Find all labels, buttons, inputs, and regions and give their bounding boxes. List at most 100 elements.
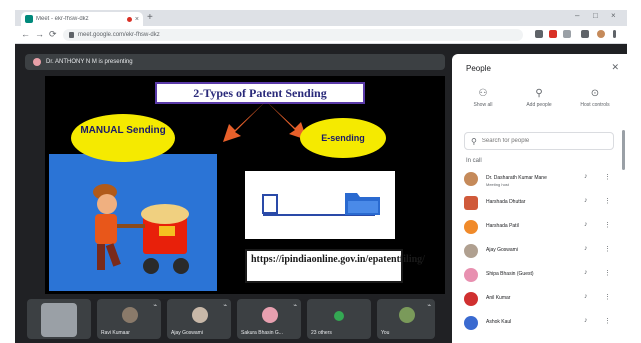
participant-row[interactable]: Ajay Goswami ♪ ⋮ (452, 240, 622, 262)
mic-off-icon: ⌁ (153, 303, 157, 309)
search-icon: ⚲ (471, 136, 477, 146)
participant-row[interactable]: Anil Kumar ♪ ⋮ (452, 288, 622, 310)
participant-name: Shipa Bhasin (Guest) (486, 271, 534, 277)
participant-role: Meeting host (486, 182, 509, 187)
mic-off-icon: ♪ (584, 245, 588, 252)
people-search[interactable]: ⚲ (464, 132, 614, 150)
close-icon[interactable]: ✕ (611, 62, 619, 73)
more-icon[interactable]: ⋮ (604, 317, 611, 325)
camera-icon[interactable] (535, 30, 543, 38)
profile-avatar[interactable] (597, 30, 605, 38)
participant-name: Ravi Kumaar (101, 330, 130, 336)
participant-name: Harshada Dhuttar (486, 199, 526, 205)
mic-off-icon: ♪ (584, 293, 588, 300)
participant-name: Dr. Dasharath Kumar Mane (486, 175, 547, 181)
others-icon (334, 311, 344, 321)
minimize-button[interactable]: – (575, 11, 579, 20)
record-extension-icon[interactable] (549, 30, 557, 38)
new-tab-button[interactable]: + (147, 12, 153, 24)
avatar (464, 268, 478, 282)
url-text: meet.google.com/ekr-fhsw-dkz (78, 32, 160, 38)
people-search-input[interactable] (481, 138, 602, 144)
avatar (464, 220, 478, 234)
participant-avatar (262, 307, 278, 323)
url-field[interactable]: meet.google.com/ekr-fhsw-dkz (63, 29, 523, 41)
mic-off-icon: ⌁ (427, 303, 431, 309)
file-transfer-icon (262, 193, 380, 216)
host-controls-button[interactable]: ⊙ Host controls (570, 88, 620, 108)
panel-scrollbar[interactable] (622, 130, 625, 170)
extensions-icon[interactable] (581, 30, 589, 38)
people-panel: People ✕ ⚇ Show all ⚲ Add people ⊙ Host … (452, 54, 627, 343)
controls-icon: ⊙ (590, 88, 600, 99)
patent-url-text: https://ipindiaonline.gov.in/epatentfili… (245, 249, 425, 283)
more-icon[interactable]: ⋮ (604, 197, 611, 205)
pin-icon[interactable]: ⋮ (604, 173, 611, 181)
participant-name: You (381, 330, 390, 336)
participant-name: Sakura Bhasin G... (241, 330, 283, 336)
delivery-man-illustration (93, 184, 189, 274)
show-all-button[interactable]: ⚇ Show all (458, 88, 508, 108)
recording-dot-icon (126, 16, 132, 22)
window-close-button[interactable]: × (611, 11, 616, 20)
participant-name: Harshada Patil (486, 223, 519, 229)
participant-name: Ajay Goswami (486, 247, 518, 253)
mic-off-icon: ♪ (584, 221, 588, 228)
participant-tile[interactable]: ⌁ Sakura Bhasin G... (237, 299, 301, 339)
star-icon[interactable] (563, 30, 571, 38)
participant-tile[interactable]: 23 others (307, 299, 371, 339)
presenting-banner: Dr. ANTHONY N M is presenting (25, 54, 445, 70)
presenter-text: Dr. ANTHONY N M is presenting (46, 59, 133, 65)
avatar (464, 292, 478, 306)
e-sending-illustration (245, 171, 395, 239)
manual-panel (49, 154, 217, 291)
more-icon[interactable]: ⋮ (604, 269, 611, 277)
avatar (464, 316, 478, 330)
participant-row[interactable]: Harshada Patil ♪ ⋮ (452, 216, 622, 238)
lock-icon (69, 32, 74, 38)
participant-row[interactable]: Harshada Dhuttar ♪ ⋮ (452, 192, 622, 214)
manual-sending-bubble: MANUAL Sending (71, 114, 175, 162)
participant-avatar (399, 307, 415, 323)
shared-screen: 2-Types of Patent Sending MANUAL Sending… (45, 76, 445, 294)
in-call-label: In call (466, 158, 482, 164)
mic-off-icon: ♪ (584, 317, 588, 324)
mic-off-icon: ⌁ (223, 303, 227, 309)
participant-name: 23 others (311, 330, 332, 336)
participant-name: Ashok Kaul (486, 319, 512, 325)
avatar (464, 244, 478, 258)
browser-window: Meet - ekr-fhsw-dkz × + – □ × ← → ⟳ meet… (15, 10, 627, 343)
browser-tab[interactable]: Meet - ekr-fhsw-dkz × (21, 12, 143, 26)
mic-off-icon: ♪ (584, 197, 588, 204)
more-icon[interactable]: ⋮ (604, 221, 611, 229)
panel-title: People (466, 64, 491, 73)
participant-row[interactable]: Shipa Bhasin (Guest) ♪ ⋮ (452, 264, 622, 286)
add-people-button[interactable]: ⚲ Add people (514, 88, 564, 108)
back-button[interactable]: ← (21, 29, 30, 39)
participant-avatar (192, 307, 208, 323)
maximize-button[interactable]: □ (593, 11, 598, 20)
meet-favicon-icon (25, 15, 33, 23)
people-icon: ⚇ (478, 88, 488, 99)
mic-icon: ♪ (584, 173, 588, 180)
avatar (464, 196, 478, 210)
tab-close-icon[interactable]: × (135, 16, 139, 23)
forward-button[interactable]: → (35, 29, 44, 39)
participant-row[interactable]: Dr. Dasharath Kumar Mane Meeting host ♪ … (452, 168, 622, 190)
participant-tile[interactable] (27, 299, 91, 339)
reload-button[interactable]: ⟳ (49, 29, 57, 40)
participant-row[interactable]: Ashok Kaul ♪ ⋮ (452, 312, 622, 334)
participant-tile[interactable]: ⌁ Ajay Goswami (167, 299, 231, 339)
avatar (464, 172, 478, 186)
e-sending-bubble: E-sending (300, 118, 386, 158)
participant-tile[interactable]: ⌁ Ravi Kumaar (97, 299, 161, 339)
presenter-avatar (33, 58, 41, 66)
tab-title: Meet - ekr-fhsw-dkz (36, 16, 89, 22)
participant-video (41, 303, 77, 337)
participant-name: Ajay Goswami (171, 330, 203, 336)
participant-tile[interactable]: ⌁ You (377, 299, 435, 339)
participant-avatar (122, 307, 138, 323)
more-icon[interactable]: ⋮ (604, 245, 611, 253)
menu-icon[interactable] (613, 30, 616, 38)
more-icon[interactable]: ⋮ (604, 293, 611, 301)
